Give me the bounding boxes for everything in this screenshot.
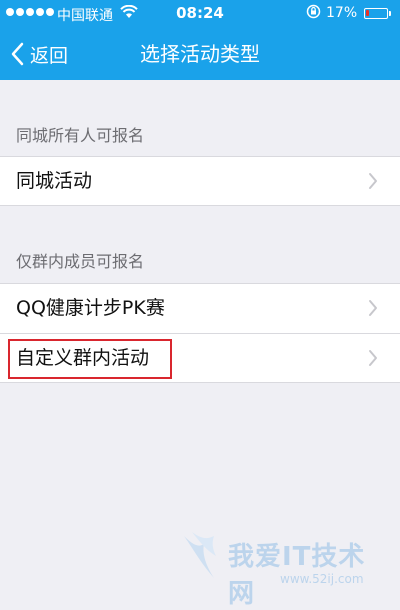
watermark: 我爱IT技术网 www.52ij.com [180, 520, 390, 609]
battery-percent: 17% [326, 5, 358, 21]
list-item-label: 同城活动 [16, 170, 93, 192]
list-item-qq-step-pk[interactable]: QQ健康计步PK赛 [0, 283, 400, 333]
chevron-right-icon [369, 173, 377, 189]
nav-bar: 返回 选择活动类型 [0, 28, 400, 80]
chevron-left-icon [11, 42, 24, 66]
status-bar: 中国联通 08:24 17% [0, 0, 400, 28]
battery-icon [364, 8, 391, 19]
list-item-label: 自定义群内活动 [16, 347, 150, 369]
list-item-local-activity[interactable]: 同城活动 [0, 156, 400, 206]
chevron-right-icon [369, 350, 377, 366]
back-label: 返回 [30, 44, 69, 67]
section-header-local: 同城所有人可报名 [16, 126, 145, 145]
chevron-right-icon [369, 300, 377, 316]
list-item-label: QQ健康计步PK赛 [16, 297, 165, 319]
rotation-lock-icon [306, 4, 321, 23]
list-item-custom-group-activity[interactable]: 自定义群内活动 [0, 333, 400, 383]
section-header-group: 仅群内成员可报名 [16, 252, 145, 271]
watermark-url: www.52ij.com [280, 572, 364, 586]
back-button[interactable]: 返回 [10, 28, 68, 80]
